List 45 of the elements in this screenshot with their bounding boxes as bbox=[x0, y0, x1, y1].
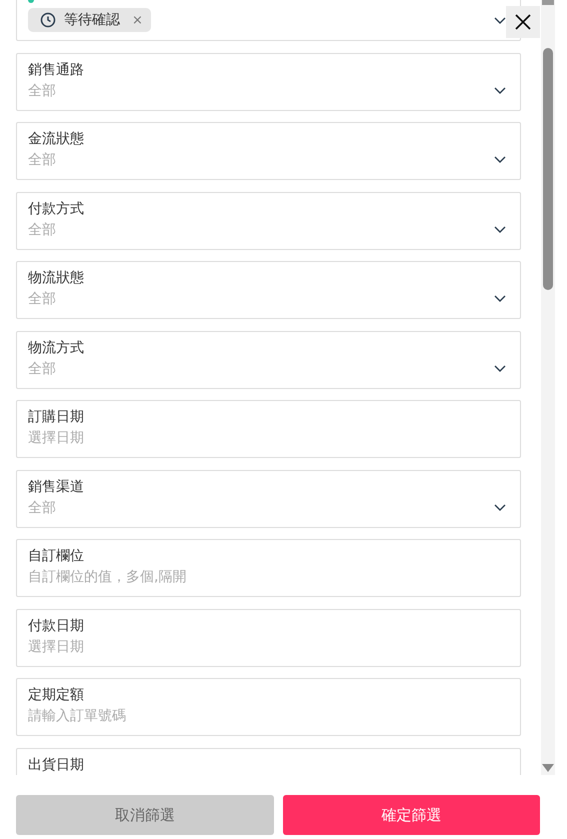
confirm-button[interactable]: 確定篩選 bbox=[282, 795, 540, 835]
chevron-down-icon bbox=[494, 226, 506, 234]
select-field[interactable]: 金流狀態 全部 bbox=[16, 122, 521, 180]
field-placeholder: 全部 bbox=[28, 220, 56, 240]
field-label: 銷售通路 bbox=[28, 60, 84, 80]
field-label: 定期定額 bbox=[28, 686, 84, 705]
clock-icon bbox=[40, 12, 56, 28]
chevron-down-icon bbox=[494, 295, 506, 303]
chip-remove-button[interactable]: × bbox=[128, 12, 143, 28]
field-placeholder: 選擇日期 bbox=[28, 429, 84, 448]
field-placeholder: 自訂欄位的值，多個,隔開 bbox=[28, 568, 186, 587]
chip-label: 等待確認 bbox=[64, 11, 120, 29]
field-label: 出貨日期 bbox=[28, 756, 84, 774]
field-placeholder: 全部 bbox=[28, 151, 56, 170]
field-placeholder: 全部 bbox=[28, 360, 56, 378]
field-placeholder: 請輸入訂單號碼 bbox=[28, 707, 126, 726]
select-field[interactable]: 銷售通路 全部 bbox=[16, 52, 521, 110]
input-field[interactable]: 訂購日期 選擇日期 bbox=[16, 400, 521, 458]
field-label: 付款日期 bbox=[28, 616, 84, 636]
field-label: 金流狀態 bbox=[28, 130, 84, 149]
select-field[interactable]: 物流方式 全部 bbox=[16, 330, 521, 388]
field-placeholder: 全部 bbox=[28, 290, 56, 309]
chevron-down-icon bbox=[494, 156, 506, 164]
field-label: 銷售渠道 bbox=[28, 478, 84, 496]
field-label: 訂購日期 bbox=[28, 408, 84, 427]
close-icon bbox=[515, 14, 531, 30]
field-label: 付款方式 bbox=[28, 200, 84, 218]
field-placeholder: 全部 bbox=[28, 82, 56, 100]
input-field[interactable]: 付款日期 選擇日期 bbox=[16, 608, 521, 666]
field-label: 自訂欄位 bbox=[28, 547, 84, 566]
input-field[interactable]: 自訂欄位 自訂欄位的值，多個,隔開 bbox=[16, 539, 521, 597]
field-label: 物流方式 bbox=[28, 338, 84, 358]
field-label: 物流狀態 bbox=[28, 269, 84, 288]
select-field[interactable]: 物流狀態 全部 bbox=[16, 261, 521, 319]
chevron-down-icon bbox=[494, 17, 506, 25]
chevron-down-icon bbox=[494, 86, 506, 94]
field-placeholder: 全部 bbox=[28, 498, 56, 518]
select-field[interactable]: 銷售渠道 全部 bbox=[16, 470, 521, 528]
input-field[interactable]: 定期定額 請輸入訂單號碼 bbox=[16, 678, 521, 736]
cancel-button[interactable]: 取消篩選 bbox=[16, 795, 274, 835]
field-placeholder: 選擇日期 bbox=[28, 638, 84, 656]
chevron-down-icon bbox=[494, 504, 506, 512]
close-button[interactable] bbox=[506, 6, 540, 38]
chevron-down-icon bbox=[494, 364, 506, 372]
select-field[interactable]: 付款方式 全部 bbox=[16, 192, 521, 250]
